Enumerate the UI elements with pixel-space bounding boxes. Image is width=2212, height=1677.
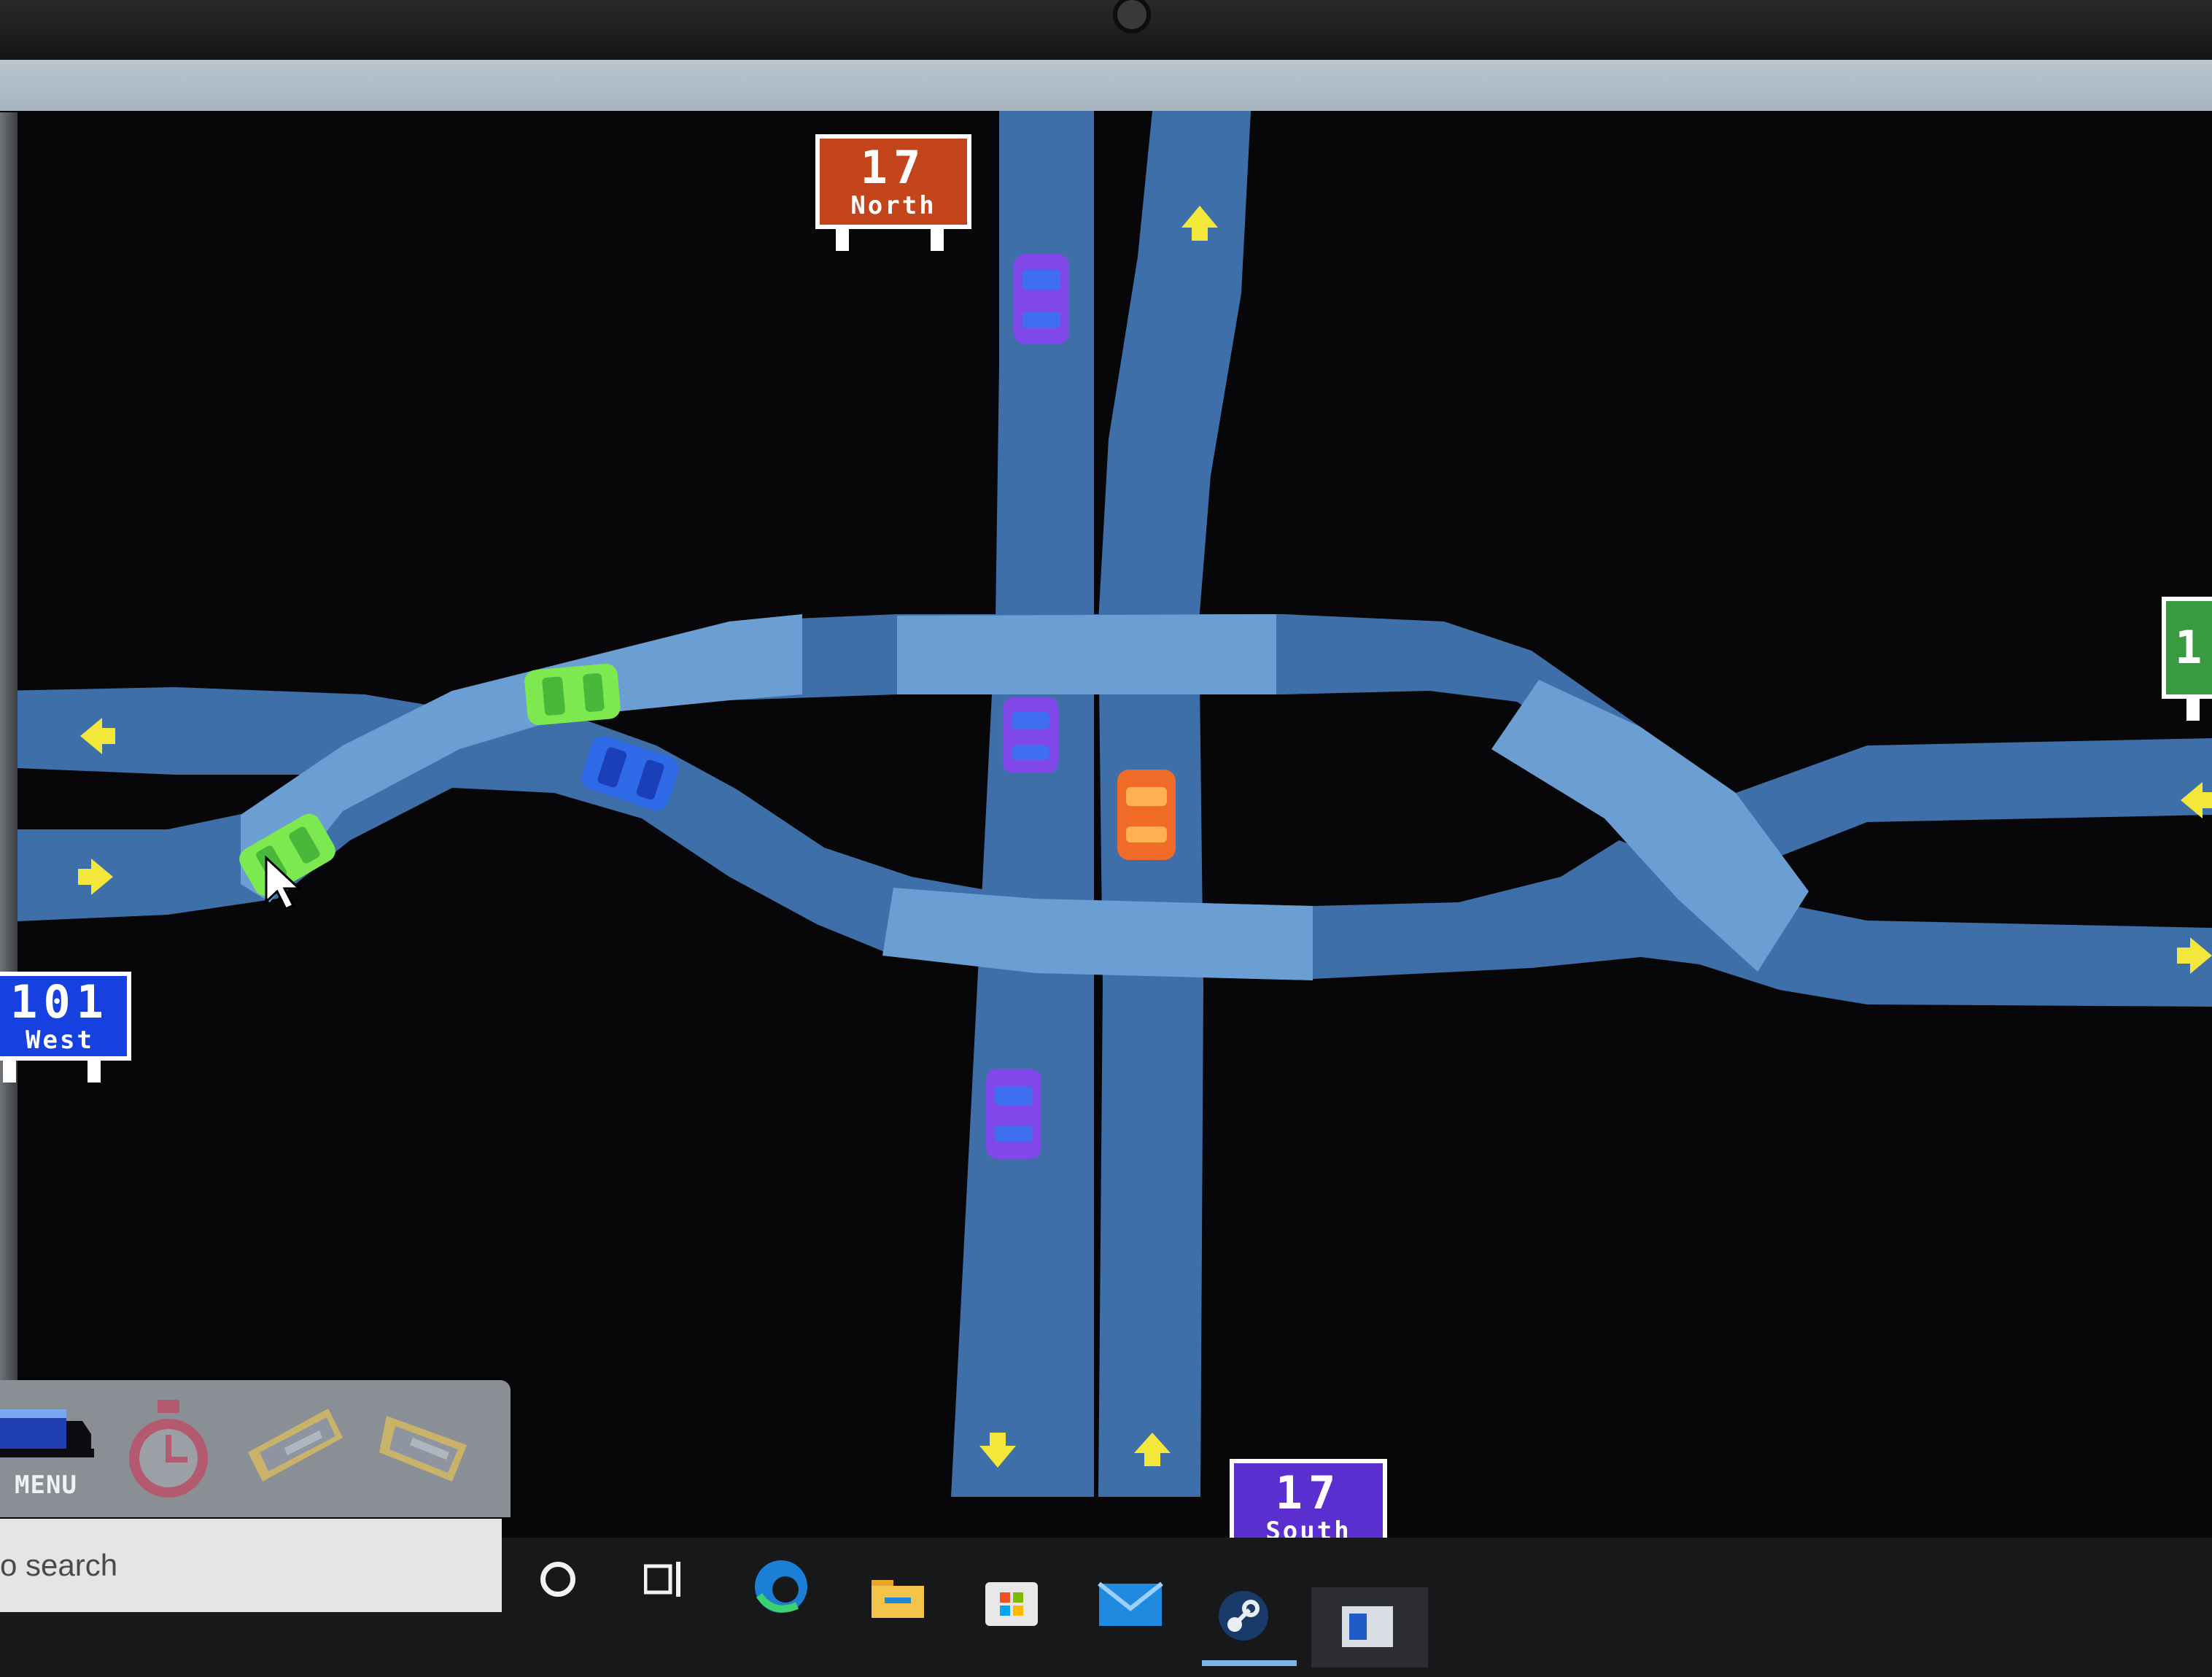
sign-route-number: 1: [2175, 621, 2208, 674]
monitor-bezel: [0, 0, 2212, 60]
mail-icon[interactable]: [1095, 1574, 1165, 1633]
sign-direction: North: [850, 191, 936, 220]
left-window-edge: [0, 112, 18, 1389]
road-tool-alt-icon: [379, 1416, 467, 1482]
menu-button[interactable]: MENU: [0, 1390, 101, 1507]
sign-east-panel: 1: [2162, 597, 2212, 699]
window-title-strip: [0, 60, 2212, 112]
sign-post: [2186, 697, 2200, 721]
sign-east-partial: 1: [2162, 597, 2212, 721]
game-canvas[interactable]: [0, 111, 2212, 1570]
sign-route-number: 17: [1275, 1466, 1342, 1519]
game-app-icon[interactable]: [1311, 1587, 1428, 1668]
car-green: [524, 663, 621, 726]
sign-post: [88, 1059, 101, 1083]
sign-post: [931, 228, 944, 251]
store-icon[interactable]: [979, 1568, 1044, 1634]
steam-icon[interactable]: [1211, 1583, 1276, 1649]
menu-label: MENU: [15, 1471, 77, 1500]
road-segment-highlight: [897, 614, 1276, 694]
taskbar-search-box[interactable]: o search: [0, 1519, 502, 1612]
sign-101-west: 101 West: [0, 972, 131, 1083]
sign-post: [3, 1059, 16, 1083]
sign-route-number: 17: [860, 141, 927, 194]
game-hud-tray: MENU: [0, 1380, 511, 1517]
car-purple: [1014, 254, 1069, 344]
car-purple: [1003, 697, 1058, 773]
truck-icon: [0, 1409, 94, 1457]
road-tool-alt-button[interactable]: [372, 1390, 481, 1507]
sign-route-number: 101: [10, 975, 109, 1029]
steam-active-indicator: [1202, 1660, 1297, 1666]
car-purple: [986, 1069, 1041, 1159]
sign-17-north-panel: 17 North: [815, 134, 971, 229]
sign-17-north: 17 North: [815, 134, 971, 251]
edge-icon[interactable]: [748, 1554, 814, 1619]
car-orange: [1117, 770, 1176, 860]
timer-button[interactable]: [114, 1390, 223, 1507]
road-tool-button[interactable]: [241, 1390, 350, 1507]
file-explorer-icon[interactable]: [865, 1568, 931, 1627]
sign-post: [836, 228, 849, 251]
search-placeholder: o search: [0, 1548, 118, 1582]
stopwatch-icon: [129, 1400, 208, 1498]
sign-direction: West: [26, 1026, 94, 1055]
sign-101-west-panel: 101 West: [0, 972, 131, 1061]
road-tool-icon: [248, 1409, 343, 1482]
task-view-icon[interactable]: [639, 1554, 690, 1605]
cortana-icon[interactable]: [532, 1554, 583, 1605]
